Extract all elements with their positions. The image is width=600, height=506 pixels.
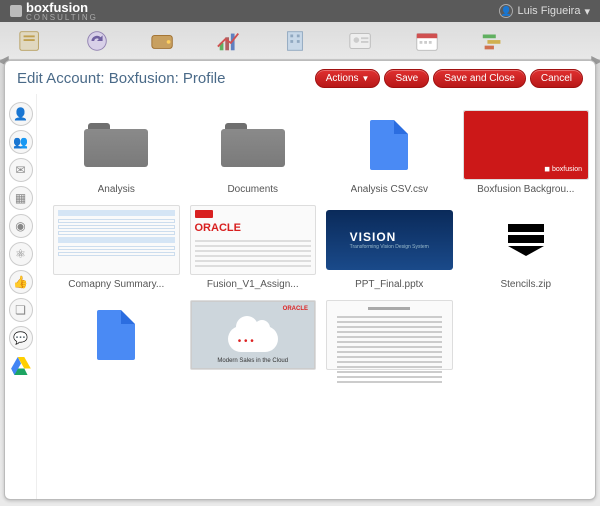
file-item[interactable]: Stencils.zip <box>463 205 590 290</box>
rail-thumbs-up-icon[interactable]: 👍 <box>9 270 33 294</box>
app-header: boxfusion CONSULTING 👤 Luis Figueira ▾ <box>0 0 600 22</box>
text-document-preview <box>327 301 452 369</box>
file-item[interactable] <box>326 300 453 374</box>
user-name: Luis Figueira <box>517 5 580 17</box>
panel-header: Edit Account: Boxfusion: Profile Actions… <box>5 61 595 94</box>
oracle-document-preview: ORACLE <box>191 206 316 274</box>
file-label: Analysis CSV.csv <box>351 184 428 195</box>
edit-account-panel: Edit Account: Boxfusion: Profile Actions… <box>4 60 596 500</box>
file-label: PPT_Final.pptx <box>355 279 423 290</box>
file-thumbnail <box>53 300 180 370</box>
rail-calendar-icon[interactable]: ▦ <box>9 186 33 210</box>
file-item[interactable]: Documents <box>190 110 317 195</box>
file-label: Stencils.zip <box>500 279 551 290</box>
tool-document-icon[interactable] <box>14 26 48 56</box>
file-item[interactable]: Analysis CSV.csv <box>326 110 453 195</box>
cloud-image-preview: ORACLE• • •Modern Sales in the Cloud <box>191 301 316 369</box>
cancel-button[interactable]: Cancel <box>530 69 583 88</box>
file-thumbnail: ORACLE <box>190 205 317 275</box>
save-button[interactable]: Save <box>384 69 429 88</box>
rail-network-icon[interactable]: ⚛ <box>9 242 33 266</box>
file-label: Comapny Summary... <box>68 279 164 290</box>
presentation-preview: VISIONTransforming Vision Design System <box>326 210 453 270</box>
main-toolbar <box>0 22 600 60</box>
rail-drive-icon[interactable] <box>9 354 33 378</box>
caret-down-icon: ▾ <box>584 5 590 18</box>
save-and-close-button[interactable]: Save and Close <box>433 69 526 88</box>
file-item[interactable] <box>53 300 180 374</box>
rail-person-icon[interactable]: 👤 <box>9 102 33 126</box>
file-item[interactable]: VISIONTransforming Vision Design System P… <box>326 205 453 290</box>
document-file-icon <box>97 310 135 360</box>
tool-calendar-icon[interactable] <box>410 26 444 56</box>
folder-icon <box>84 123 148 167</box>
rail-group-icon[interactable]: 👥 <box>9 130 33 154</box>
file-thumbnail: ◼ boxfusion <box>463 110 590 180</box>
tool-wallet-icon[interactable] <box>146 26 180 56</box>
file-thumbnail <box>190 110 317 180</box>
logo-subtext: CONSULTING <box>26 13 98 22</box>
rail-bookmark-icon[interactable]: ❏ <box>9 298 33 322</box>
user-menu[interactable]: 👤 Luis Figueira ▾ <box>499 4 590 18</box>
tool-building-icon[interactable] <box>278 26 312 56</box>
file-item[interactable]: Comapny Summary... <box>53 205 180 290</box>
file-label: Analysis <box>98 184 135 195</box>
background-image-preview: ◼ boxfusion <box>464 111 589 179</box>
app-logo: boxfusion CONSULTING <box>10 0 98 22</box>
user-avatar-icon: 👤 <box>499 4 513 18</box>
caret-down-icon: ▼ <box>362 74 370 83</box>
file-thumbnail <box>463 205 590 275</box>
file-thumbnail <box>326 300 453 370</box>
tool-contacts-icon[interactable] <box>344 26 378 56</box>
file-thumbnail: ORACLE• • •Modern Sales in the Cloud <box>190 300 317 370</box>
file-item[interactable]: ORACLE• • •Modern Sales in the Cloud <box>190 300 317 374</box>
tool-chart-icon[interactable] <box>212 26 246 56</box>
side-icon-rail: 👤 👥 ✉ ▦ ◉ ⚛ 👍 ❏ 💬 <box>5 94 37 499</box>
rail-chat-icon[interactable]: 💬 <box>9 326 33 350</box>
panel-title: Edit Account: Boxfusion: Profile <box>17 70 225 87</box>
file-thumbnail <box>53 205 180 275</box>
file-item[interactable]: Analysis <box>53 110 180 195</box>
tool-sync-icon[interactable] <box>80 26 114 56</box>
folder-icon <box>221 123 285 167</box>
rail-mail-icon[interactable]: ✉ <box>9 158 33 182</box>
form-document-preview <box>54 206 179 274</box>
brand-watermark: ◼ boxfusion <box>544 165 582 173</box>
tool-gantt-icon[interactable] <box>476 26 510 56</box>
file-thumbnail <box>326 110 453 180</box>
file-label: Documents <box>227 184 278 195</box>
file-item[interactable]: ORACLE Fusion_V1_Assign... <box>190 205 317 290</box>
rail-camera-icon[interactable]: ◉ <box>9 214 33 238</box>
document-file-icon <box>370 120 408 170</box>
file-item[interactable]: ◼ boxfusion Boxfusion Backgrou... <box>463 110 590 195</box>
logo-mark-icon <box>10 5 22 17</box>
file-thumbnail <box>53 110 180 180</box>
file-label: Fusion_V1_Assign... <box>207 279 299 290</box>
file-label: Boxfusion Backgrou... <box>477 184 574 195</box>
file-grid-area[interactable]: Analysis Documents Analysis CSV.csv ◼ boxfu… <box>37 94 595 499</box>
actions-dropdown-button[interactable]: Actions▼ <box>315 69 381 88</box>
file-thumbnail: VISIONTransforming Vision Design System <box>326 205 453 275</box>
stencils-archive-icon <box>463 205 590 275</box>
panel-action-bar: Actions▼ Save Save and Close Cancel <box>315 69 583 88</box>
